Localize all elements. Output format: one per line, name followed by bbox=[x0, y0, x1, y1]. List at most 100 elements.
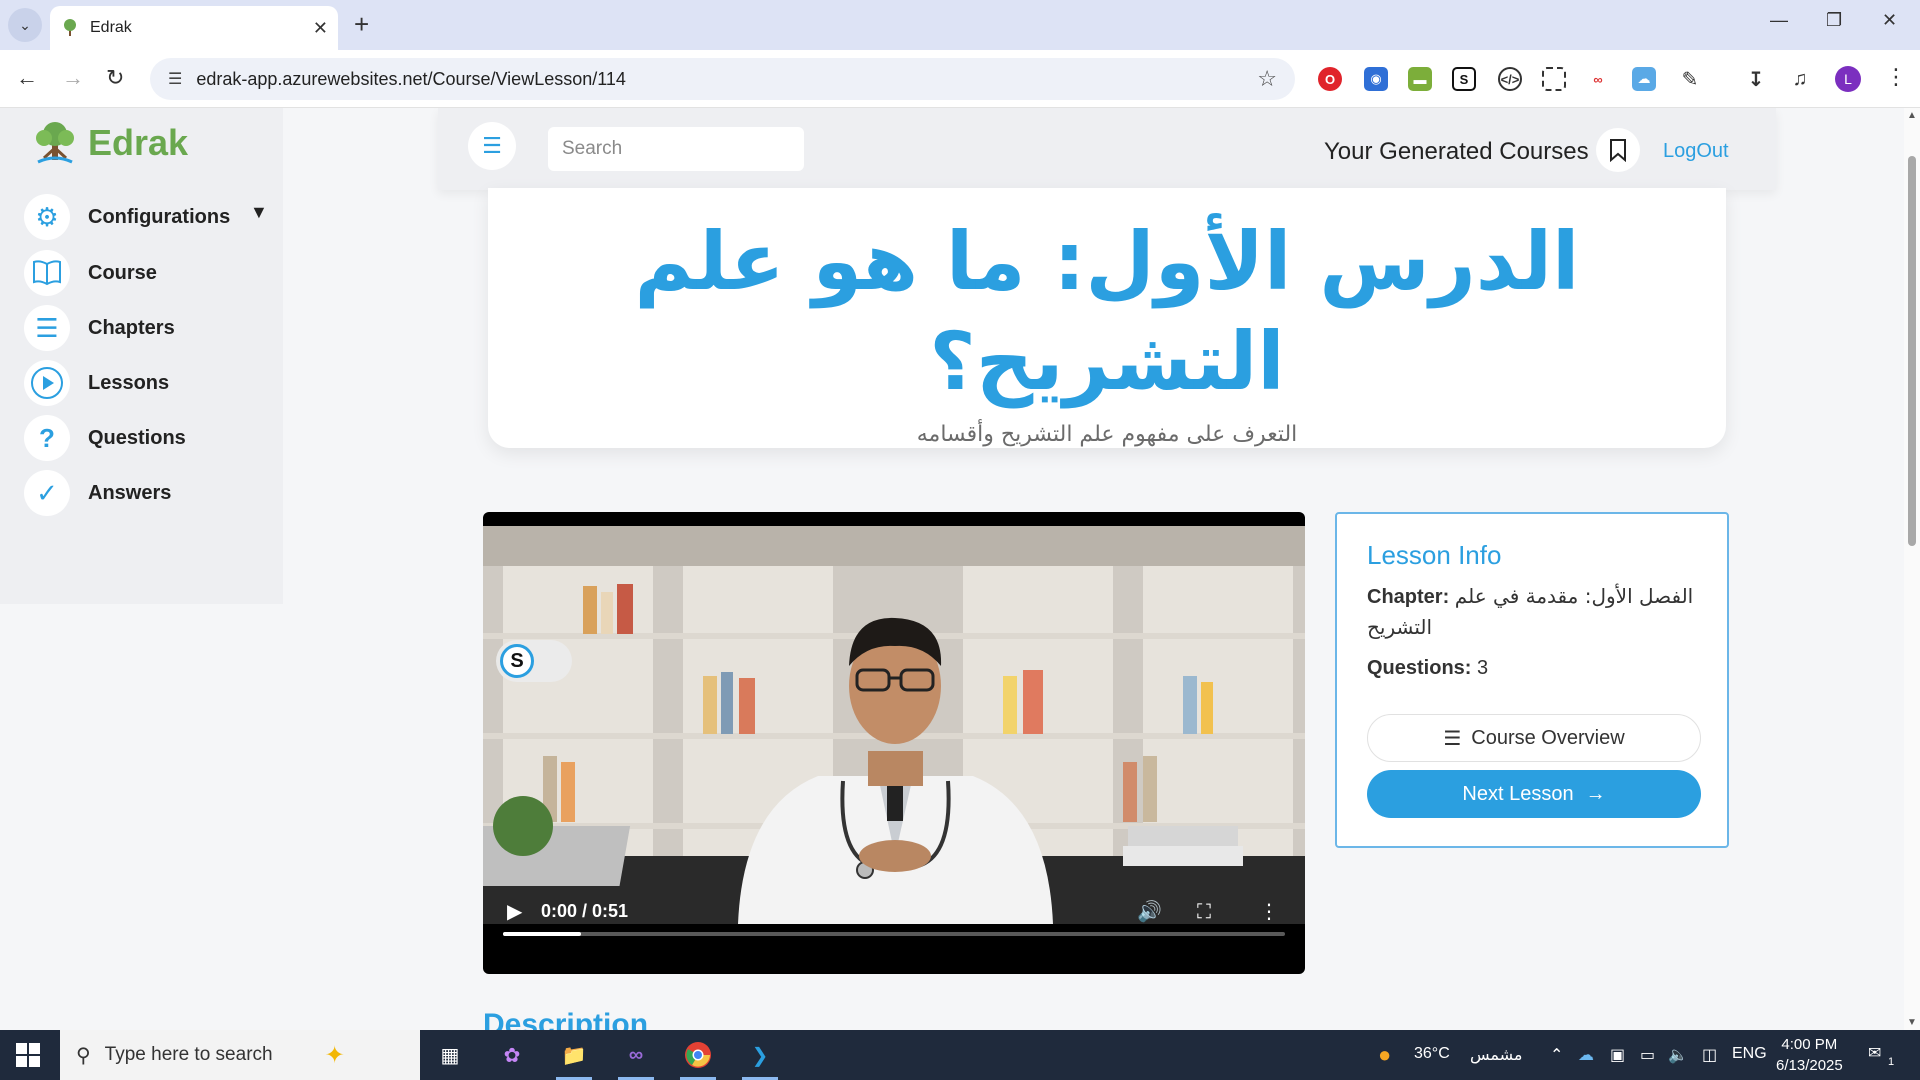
sidebar-item-configurations[interactable]: ⚙ Configurations ▼ bbox=[24, 192, 284, 242]
restore-icon[interactable]: ❐ bbox=[1826, 10, 1842, 31]
sidebar-item-label: Course bbox=[88, 261, 157, 284]
reload-icon[interactable]: ↻ bbox=[106, 65, 124, 91]
weather-temperature[interactable]: 36°C bbox=[1414, 1045, 1450, 1063]
tab-close-icon[interactable]: ✕ bbox=[313, 18, 328, 39]
menu-toggle-icon[interactable]: ☰ bbox=[468, 122, 516, 170]
link-extension-icon[interactable]: ∞ bbox=[1586, 67, 1610, 91]
minimize-icon[interactable]: — bbox=[1770, 10, 1788, 31]
sidebar-item-questions[interactable]: ? Questions bbox=[24, 413, 284, 463]
battery-icon[interactable]: ▭ bbox=[1640, 1045, 1655, 1065]
scroll-up-icon[interactable]: ▲ bbox=[1907, 110, 1917, 121]
scrollbar-thumb[interactable] bbox=[1908, 156, 1916, 546]
url-text[interactable]: edrak-app.azurewebsites.net/Course/ViewL… bbox=[196, 69, 1257, 90]
extensions-puzzle-icon[interactable]: ✎ bbox=[1678, 67, 1702, 91]
gear-icon: ⚙ bbox=[24, 194, 70, 240]
browser-tab[interactable]: Edrak ✕ bbox=[50, 6, 338, 50]
lesson-video-player[interactable]: S ▶ 0:00 / 0:51 🔊 ⛶ ⋮ bbox=[483, 512, 1305, 974]
tree-logo-icon bbox=[36, 122, 74, 164]
cloud-extension-icon[interactable]: ☁ bbox=[1632, 67, 1656, 91]
generated-courses-link[interactable]: Your Generated Courses bbox=[1324, 138, 1589, 166]
video-more-options-icon[interactable]: ⋮ bbox=[1259, 899, 1279, 924]
logout-link[interactable]: LogOut bbox=[1663, 140, 1729, 163]
video-progress-fill bbox=[503, 932, 582, 936]
fullscreen-icon[interactable]: ⛶ bbox=[1197, 901, 1211, 924]
sidebar-item-lessons[interactable]: Lessons bbox=[24, 358, 284, 408]
opera-extension-icon[interactable]: O bbox=[1318, 67, 1342, 91]
questions-row: Questions: 3 bbox=[1367, 653, 1697, 683]
edrak-favicon-icon bbox=[64, 19, 76, 36]
lesson-info-heading: Lesson Info bbox=[1367, 540, 1502, 570]
browser-toolbar: ← → ↻ ☰ edrak-app.azurewebsites.net/Cour… bbox=[0, 50, 1920, 108]
show-hidden-icons-icon[interactable]: ⌃ bbox=[1550, 1045, 1563, 1065]
site-info-icon[interactable]: ☰ bbox=[168, 69, 182, 89]
forward-icon[interactable]: → bbox=[62, 65, 84, 91]
display-icon[interactable]: ◫ bbox=[1702, 1045, 1717, 1065]
volume-icon[interactable]: 🔊 bbox=[1137, 899, 1162, 924]
search-input[interactable] bbox=[548, 127, 804, 171]
brand-logo[interactable]: Edrak bbox=[30, 118, 188, 168]
chrome-icon[interactable] bbox=[676, 1038, 720, 1080]
windows-start-icon[interactable] bbox=[16, 1043, 40, 1067]
next-lesson-button[interactable]: Next Lesson → bbox=[1367, 770, 1701, 818]
scroll-down-icon[interactable]: ▼ bbox=[1907, 1017, 1917, 1028]
select-extension-icon[interactable] bbox=[1542, 67, 1566, 91]
sidebar-item-chapters[interactable]: ☰ Chapters bbox=[24, 303, 284, 353]
address-bar[interactable]: ☰ edrak-app.azurewebsites.net/Course/Vie… bbox=[150, 58, 1295, 100]
copilot-sparkle-icon: ✦ bbox=[324, 1041, 345, 1069]
sidebar-item-label: Chapters bbox=[88, 316, 175, 339]
taskbar-search-placeholder: Type here to search bbox=[104, 1044, 273, 1065]
s-extension-badge: S bbox=[500, 644, 534, 678]
visual-studio-icon[interactable]: ∞ bbox=[614, 1038, 658, 1080]
bookmark-icon[interactable] bbox=[1596, 128, 1640, 172]
sidebar-item-label: Lessons bbox=[88, 371, 170, 394]
page-scrollbar[interactable]: ▲ ▼ bbox=[1904, 108, 1920, 1030]
s-extension-toggle[interactable]: S bbox=[496, 640, 572, 682]
play-icon[interactable]: ▶ bbox=[507, 899, 522, 924]
course-overview-button[interactable]: ☰ Course Overview bbox=[1367, 714, 1701, 762]
clock-time: 4:00 PM bbox=[1781, 1036, 1838, 1053]
list-icon: ☰ bbox=[1443, 727, 1462, 750]
sidebar-item-answers[interactable]: ✓ Answers bbox=[24, 468, 284, 518]
new-tab-icon[interactable]: + bbox=[354, 10, 369, 38]
description-heading: Description bbox=[483, 1008, 649, 1030]
taskbar-search[interactable]: ⚲ Type here to search ✦ bbox=[60, 1030, 420, 1080]
profile-avatar[interactable]: L bbox=[1835, 66, 1861, 92]
input-language[interactable]: ENG bbox=[1732, 1045, 1767, 1063]
tab-title: Edrak bbox=[90, 19, 132, 36]
code-extension-icon[interactable]: </> bbox=[1498, 67, 1522, 91]
vscode-icon[interactable]: ❯ bbox=[738, 1038, 782, 1080]
copilot-app-icon[interactable]: ✿ bbox=[490, 1038, 534, 1072]
chapter-label: Chapter: bbox=[1367, 586, 1450, 608]
notifications-icon[interactable]: ✉ bbox=[1868, 1043, 1881, 1063]
search-icon: ⚲ bbox=[76, 1044, 91, 1067]
speaker-icon[interactable]: 🔈 bbox=[1668, 1045, 1688, 1065]
video-time: 0:00 / 0:51 bbox=[541, 901, 629, 921]
download-icon[interactable]: ↧ bbox=[1744, 67, 1768, 91]
onedrive-icon[interactable]: ☁ bbox=[1578, 1045, 1594, 1065]
taskbar-clock[interactable]: 4:00 PM 6/13/2025 bbox=[1776, 1034, 1843, 1076]
weather-condition[interactable]: مشمس bbox=[1470, 1045, 1523, 1064]
screen-capture-extension-icon[interactable]: ◉ bbox=[1364, 67, 1388, 91]
next-lesson-label: Next Lesson bbox=[1462, 782, 1574, 805]
arrow-right-icon: → bbox=[1585, 782, 1606, 805]
questions-count: 3 bbox=[1477, 657, 1489, 679]
question-icon: ? bbox=[24, 415, 70, 461]
task-view-icon[interactable]: ▦ bbox=[428, 1038, 472, 1072]
media-control-icon[interactable]: ♫ bbox=[1788, 67, 1812, 91]
clock-date: 6/13/2025 bbox=[1776, 1057, 1843, 1074]
network-icon[interactable]: ▣ bbox=[1610, 1045, 1625, 1065]
browser-menu-icon[interactable]: ⋮ bbox=[1885, 64, 1907, 90]
chevron-down-icon[interactable]: ▼ bbox=[250, 202, 268, 223]
video-progress-bar[interactable] bbox=[503, 932, 1285, 936]
bookmark-star-icon[interactable]: ☆ bbox=[1257, 66, 1277, 92]
green-extension-icon[interactable]: ▬ bbox=[1408, 67, 1432, 91]
lesson-title: الدرس الأول: ما هو علم التشريح؟ bbox=[634, 215, 1580, 408]
file-explorer-icon[interactable]: 📁 bbox=[552, 1038, 596, 1080]
window-close-icon[interactable]: ✕ bbox=[1882, 10, 1897, 31]
s-extension-icon[interactable]: S bbox=[1452, 67, 1476, 91]
tab-search-chevron-icon[interactable]: ⌄ bbox=[8, 8, 42, 42]
top-navbar: ☰ Your Generated Courses LogOut bbox=[438, 108, 1776, 190]
sidebar-item-course[interactable]: Course bbox=[24, 248, 284, 298]
lesson-info-card: Lesson Info Chapter: الفصل الأول: مقدمة … bbox=[1335, 512, 1729, 848]
back-icon[interactable]: ← bbox=[16, 65, 38, 91]
